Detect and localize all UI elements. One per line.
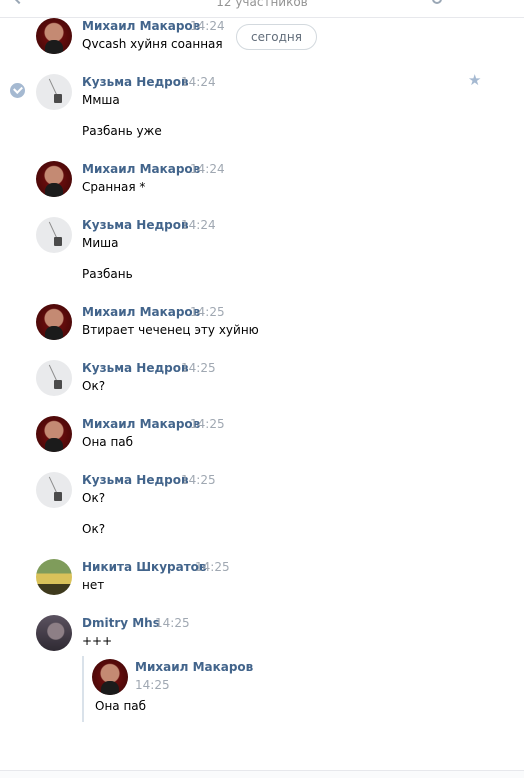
forwarded-time[interactable]: 14:25 (135, 678, 170, 692)
avatar[interactable] (36, 416, 72, 452)
message-time[interactable]: 14:24 (190, 162, 225, 176)
avatar[interactable] (36, 360, 72, 396)
message-author[interactable]: Михаил Макаров (82, 162, 200, 176)
message-text: Она паб (82, 435, 134, 449)
composer-edge (0, 770, 524, 778)
forwarded-author[interactable]: Михаил Макаров (135, 660, 253, 674)
date-divider[interactable]: сегодня (236, 24, 317, 50)
avatar[interactable] (36, 559, 72, 595)
message-text: Разбань уже (82, 124, 162, 138)
message-author[interactable]: Dmitry Mhs (82, 616, 160, 630)
message-time[interactable]: 14:25 (195, 560, 230, 574)
avatar[interactable] (36, 161, 72, 197)
selected-check-icon[interactable] (10, 83, 25, 98)
forwarded-avatar[interactable] (92, 659, 128, 695)
message-author[interactable]: Кузьма Недров (82, 218, 189, 232)
message-time[interactable]: 14:25 (190, 305, 225, 319)
message-text: Ммша (82, 93, 120, 107)
chat-header: 12 участников (0, 0, 524, 18)
message-author[interactable]: Кузьма Недров (82, 473, 189, 487)
message-text: Сранная * (82, 180, 146, 194)
message-author[interactable]: Кузьма Недров (82, 75, 189, 89)
message-time[interactable]: 14:25 (155, 616, 190, 630)
message-text: +++ (82, 634, 113, 648)
forwarded-message-bar (82, 656, 84, 722)
message-text: Ок? (82, 491, 106, 505)
message-time[interactable]: 14:25 (181, 361, 216, 375)
message-author[interactable]: Кузьма Недров (82, 361, 189, 375)
message-text: Миша (82, 236, 119, 250)
message-time[interactable]: 14:24 (181, 75, 216, 89)
star-icon[interactable]: ★ (468, 71, 481, 89)
message-author[interactable]: Михаил Макаров (82, 417, 200, 431)
avatar[interactable] (36, 18, 72, 54)
message-text: Qvcash хуйня соанная (82, 37, 223, 51)
message-text: нет (82, 578, 105, 592)
message-author[interactable]: Михаил Макаров (82, 305, 200, 319)
message-author[interactable]: Михаил Макаров (82, 19, 200, 33)
message-text: Ок? (82, 522, 106, 536)
avatar[interactable] (36, 304, 72, 340)
participants-count[interactable]: 12 участников (0, 0, 524, 9)
message-time[interactable]: 14:24 (181, 218, 216, 232)
message-text: Ок? (82, 379, 106, 393)
message-time[interactable]: 14:25 (190, 417, 225, 431)
message-text: Втирает чеченец эту хуйню (82, 323, 259, 337)
message-text: Разбань (82, 267, 133, 281)
message-author[interactable]: Никита Шкуратов (82, 560, 207, 574)
avatar[interactable] (36, 217, 72, 253)
avatar[interactable] (36, 74, 72, 110)
message-time[interactable]: 14:24 (190, 19, 225, 33)
avatar[interactable] (36, 472, 72, 508)
forwarded-text: Она паб (95, 699, 147, 713)
message-time[interactable]: 14:25 (181, 473, 216, 487)
avatar[interactable] (36, 615, 72, 651)
